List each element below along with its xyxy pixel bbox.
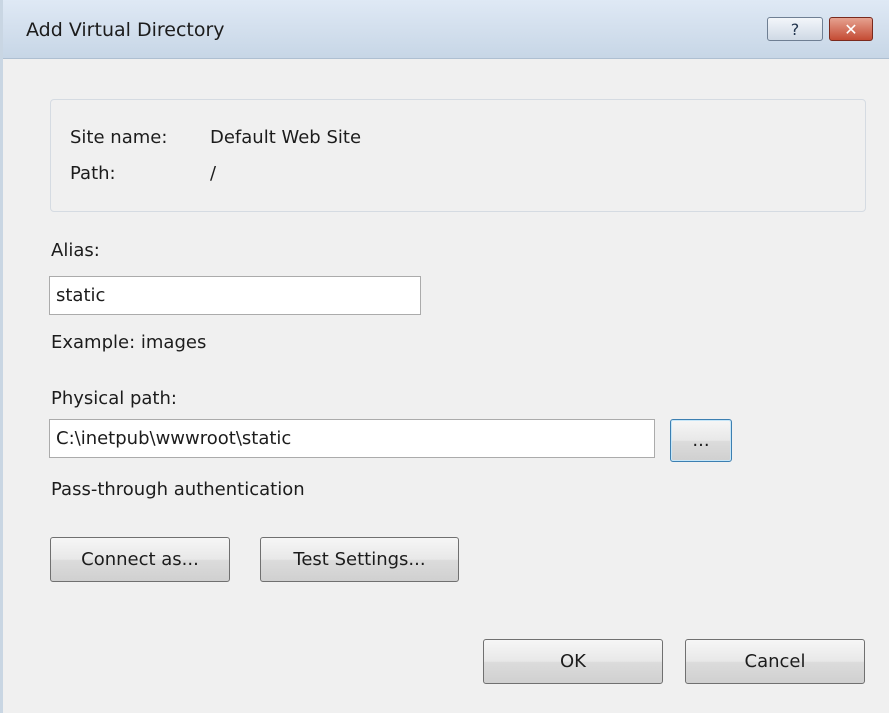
alias-example-text: Example: images: [51, 332, 207, 353]
path-value: /: [210, 163, 217, 184]
physical-path-label: Physical path:: [51, 388, 177, 409]
site-name-label: Site name:: [70, 127, 168, 148]
ok-button[interactable]: OK: [483, 639, 663, 684]
help-button[interactable]: ?: [767, 17, 823, 41]
alias-input[interactable]: [49, 276, 421, 315]
connect-as-button[interactable]: Connect as...: [50, 537, 230, 582]
dialog-title: Add Virtual Directory: [26, 19, 225, 41]
close-button[interactable]: ✕: [829, 17, 873, 41]
cancel-button[interactable]: Cancel: [685, 639, 865, 684]
test-settings-button[interactable]: Test Settings...: [260, 537, 459, 582]
physical-path-input[interactable]: [49, 419, 655, 458]
browse-button[interactable]: ...: [670, 419, 732, 462]
path-label: Path:: [70, 163, 116, 184]
pass-through-auth-label: Pass-through authentication: [51, 479, 305, 500]
site-info-group: Site name: Default Web Site Path: /: [50, 99, 866, 212]
title-bar[interactable]: Add Virtual Directory ? ✕: [3, 0, 889, 59]
close-icon: ✕: [844, 19, 858, 39]
help-icon: ?: [790, 19, 800, 39]
site-name-value: Default Web Site: [210, 127, 362, 148]
alias-label: Alias:: [51, 240, 100, 261]
add-virtual-directory-dialog: Add Virtual Directory ? ✕ Site name: Def…: [0, 0, 889, 713]
